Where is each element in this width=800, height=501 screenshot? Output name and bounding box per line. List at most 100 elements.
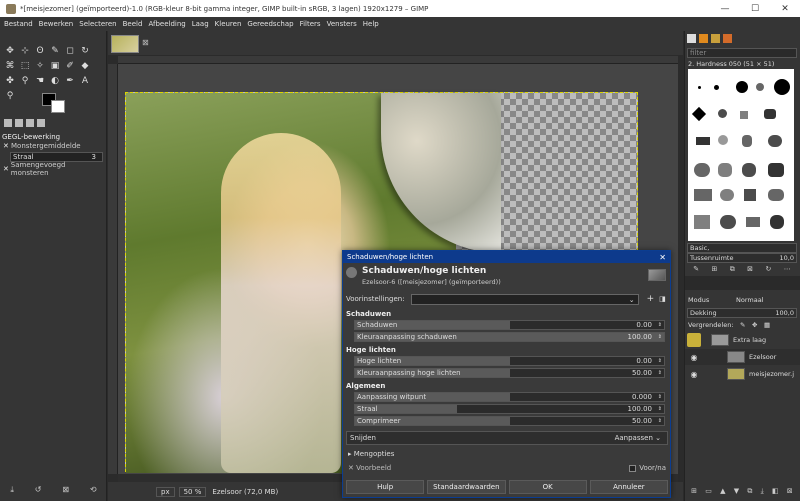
brush-preview[interactable] — [714, 85, 719, 90]
brush-preview[interactable] — [740, 111, 748, 119]
preset-menu-icon[interactable]: ◨ — [659, 295, 666, 303]
brush-preview[interactable] — [764, 109, 776, 119]
menu-kleuren[interactable]: Kleuren — [215, 20, 242, 28]
menu-selecteren[interactable]: Selecteren — [79, 20, 116, 28]
opacity-slider[interactable]: Dekking 100,0 — [687, 308, 797, 318]
brush-preview[interactable] — [718, 135, 728, 145]
brush-preview[interactable] — [691, 106, 707, 122]
paintbrush-icon[interactable]: ✐ — [63, 59, 77, 73]
layer-visibility-icon[interactable] — [687, 333, 701, 347]
ok-button[interactable]: OK — [508, 480, 587, 494]
path-tool-icon[interactable]: ✧ — [33, 59, 47, 73]
menu-laag[interactable]: Laag — [192, 20, 209, 28]
brush-preview[interactable] — [770, 215, 784, 229]
preview-checkbox[interactable]: ✕ Voorbeeld — [348, 464, 391, 472]
menu-gereedschap[interactable]: Gereedschap — [247, 20, 293, 28]
spin-arrows-icon[interactable]: ⇕ — [658, 357, 662, 365]
align-tool-icon[interactable]: ⊹ — [18, 44, 32, 58]
merge-layer-icon[interactable]: ⤓ — [761, 487, 764, 496]
close-window-button[interactable]: ✕ — [770, 4, 800, 14]
save-preset-icon[interactable]: ⤓ — [10, 485, 14, 495]
menu-afbeelding[interactable]: Afbeelding — [148, 20, 185, 28]
eye-icon[interactable]: ◉ — [685, 370, 703, 379]
lower-layer-icon[interactable]: ▼ — [734, 487, 739, 496]
brush-preview[interactable] — [768, 163, 784, 177]
menu-beeld[interactable]: Beeld — [123, 20, 143, 28]
slider-radius[interactable]: Straal 100.00 ⇕ — [354, 404, 665, 414]
brush-grid[interactable] — [688, 69, 794, 241]
color-picker-icon[interactable]: ✒ — [63, 74, 77, 88]
brush-preview[interactable] — [742, 135, 752, 147]
lock-pixels-icon[interactable]: ✎ — [740, 321, 745, 329]
eye-icon[interactable]: ◉ — [685, 353, 703, 362]
brush-preview[interactable] — [742, 163, 756, 177]
menu-filters[interactable]: Filters — [300, 20, 321, 28]
vertical-ruler[interactable] — [108, 64, 118, 474]
brush-preview[interactable] — [698, 86, 701, 89]
move-tool-icon[interactable]: ✥ — [3, 44, 17, 58]
clone-tool-icon[interactable]: ⚲ — [18, 74, 32, 88]
fill-tool-icon[interactable]: ▣ — [48, 59, 62, 73]
brush-preview[interactable] — [718, 109, 727, 118]
slider-shadows[interactable]: Schaduwen 0.00 ⇕ — [354, 320, 665, 330]
airbrush-icon[interactable]: ✤ — [3, 74, 17, 88]
device-status-tab-icon[interactable] — [15, 119, 23, 127]
slider-highlights[interactable]: Hoge lichten 0.00 ⇕ — [354, 356, 665, 366]
slider-shadow-color-adjust[interactable]: Kleuraanpassing schaduwen 100.00 ⇕ — [354, 332, 665, 342]
zoom-select[interactable]: 50 % — [178, 486, 207, 497]
brush-preview[interactable] — [768, 189, 784, 201]
refresh-brushes-icon[interactable]: ↻ — [765, 265, 771, 274]
layer-row[interactable]: ◉ meisjezomer.j — [685, 366, 800, 382]
new-brush-icon[interactable]: ⊞ — [711, 265, 717, 274]
brush-preview[interactable] — [768, 135, 782, 147]
brush-filter-input[interactable]: filter — [687, 48, 797, 58]
spacing-slider[interactable]: Tussenruimte 10,0 — [687, 253, 797, 263]
brush-preview[interactable] — [718, 163, 732, 177]
layer-name[interactable]: Extra laag — [733, 336, 766, 344]
fonts-tab-icon[interactable] — [711, 34, 720, 43]
horizontal-ruler[interactable] — [118, 56, 678, 64]
lock-position-icon[interactable]: ✥ — [752, 321, 757, 329]
reset-icon[interactable]: ⟲ — [90, 485, 97, 495]
add-preset-icon[interactable]: + — [647, 294, 655, 304]
defaults-button[interactable]: Standaardwaarden — [427, 480, 506, 494]
menu-vensters[interactable]: Vensters — [327, 20, 357, 28]
monster-option[interactable]: ✕ Monstergemiddelde — [3, 141, 103, 151]
brush-preview[interactable] — [720, 215, 736, 229]
layer-row[interactable]: Extra laag — [685, 332, 800, 348]
rotate-tool-icon[interactable]: ↻ — [78, 44, 92, 58]
unit-select[interactable]: px — [156, 486, 175, 497]
layer-row[interactable]: ◉ Ezelsoor — [685, 349, 800, 365]
dialog-title-bar[interactable]: Schaduwen/hoge lichten ✕ — [343, 251, 670, 263]
duplicate-brush-icon[interactable]: ⧉ — [730, 265, 735, 274]
images-tab-icon[interactable] — [37, 119, 45, 127]
layer-name[interactable]: Ezelsoor — [749, 353, 776, 361]
dodge-tool-icon[interactable]: ◐ — [48, 74, 62, 88]
brush-preview[interactable] — [756, 83, 764, 91]
minimize-button[interactable]: — — [710, 4, 740, 14]
duplicate-layer-icon[interactable]: ⧉ — [747, 487, 752, 496]
raise-layer-icon[interactable]: ▲ — [720, 487, 725, 496]
lasso-tool-icon[interactable]: ʘ — [33, 44, 47, 58]
undo-history-tab-icon[interactable] — [26, 119, 34, 127]
split-view-checkbox[interactable]: Voor/na — [629, 464, 666, 472]
warp-tool-icon[interactable]: ⌘ — [3, 59, 17, 73]
image-tab-close-icon[interactable]: ⊠ — [142, 38, 149, 47]
smudge-tool-icon[interactable]: ☚ — [33, 74, 47, 88]
zoom-tool-icon[interactable]: ⚲ — [3, 89, 17, 103]
brushes-tab-icon[interactable] — [687, 34, 696, 43]
spin-arrows-icon[interactable]: ⇕ — [658, 333, 662, 341]
spin-arrows-icon[interactable]: ⇕ — [658, 369, 662, 377]
color-swatches[interactable] — [40, 91, 70, 115]
background-color[interactable] — [51, 100, 65, 113]
menu-bewerken[interactable]: Bewerken — [39, 20, 74, 28]
delete-brush-icon[interactable]: ⊠ — [747, 265, 753, 274]
brush-preview[interactable] — [774, 79, 790, 95]
delete-preset-icon[interactable]: ⊠ — [62, 485, 69, 495]
lock-alpha-icon[interactable]: ▦ — [764, 321, 770, 329]
spin-arrows-icon[interactable]: ⇕ — [658, 393, 662, 401]
dialog-close-icon[interactable]: ✕ — [659, 253, 666, 262]
slider-whitepoint[interactable]: Aanpassing witpunt 0.000 ⇕ — [354, 392, 665, 402]
mask-layer-icon[interactable]: ◧ — [772, 487, 779, 496]
delete-layer-icon[interactable]: ⊠ — [787, 487, 793, 496]
